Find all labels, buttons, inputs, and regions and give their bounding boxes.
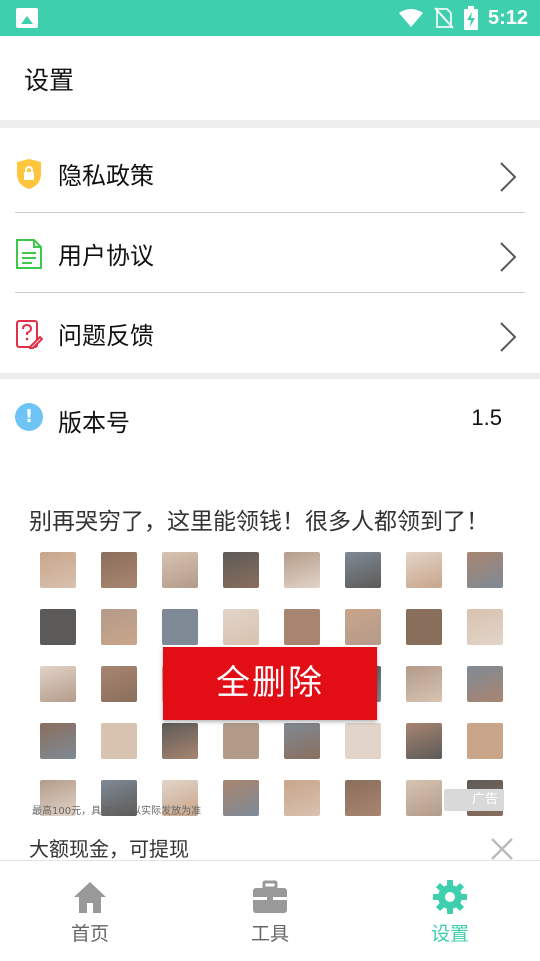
info-icon: ! — [15, 403, 43, 431]
chevron-right-icon — [500, 162, 517, 192]
ad-photo-thumbnail — [223, 780, 259, 816]
ad-photo-thumbnail — [223, 723, 259, 759]
ad-headline: 别再哭穷了，这里能领钱！很多人都领到了！ — [29, 509, 489, 535]
tab-label: 设置 — [430, 923, 469, 945]
clock: 5:12 — [487, 6, 528, 29]
ad-photo-thumbnail — [284, 552, 320, 588]
ad-photo-thumbnail — [406, 723, 442, 759]
ad-photo-thumbnail — [406, 780, 442, 816]
ad-photo-thumbnail — [406, 552, 442, 588]
ad-photo-thumbnail — [467, 723, 503, 759]
ad-photo-thumbnail — [467, 666, 503, 702]
toolbox-icon — [253, 880, 287, 913]
ad-photo-thumbnail — [223, 552, 259, 588]
chevron-right-icon — [500, 242, 517, 272]
ad-photo-thumbnail — [345, 780, 381, 816]
ad-photo-thumbnail — [162, 609, 198, 645]
menu-item-user-agreement[interactable]: 用户协议 — [0, 213, 540, 293]
home-icon — [74, 882, 106, 913]
ad-photo-thumbnail — [406, 666, 442, 702]
ad-photo-thumbnail — [40, 552, 76, 588]
bottom-tab-bar: 首页 工具 设置 — [0, 860, 540, 960]
ad-photo-thumbnail — [467, 552, 503, 588]
ad-photo-thumbnail — [162, 552, 198, 588]
ad-photo-thumbnail — [284, 780, 320, 816]
ad-photo-thumbnail — [223, 609, 259, 645]
ad-disclaimer: 最高100元，具体金额以实际发放为准 — [32, 806, 202, 817]
close-icon[interactable] — [488, 835, 516, 863]
header: 设置 — [0, 36, 540, 120]
version-value: 1.5 — [471, 405, 502, 430]
ad-photo-thumbnail — [284, 609, 320, 645]
ad-photo-thumbnail — [40, 609, 76, 645]
ad-photo-thumbnail — [101, 723, 137, 759]
wifi-icon — [398, 9, 423, 27]
tab-home[interactable]: 首页 — [30, 861, 150, 961]
ad-banner[interactable]: 别再哭穷了，这里能领钱！很多人都领到了！ 全删除 最高100元，具体金额以实际发… — [0, 490, 540, 862]
tab-label: 工具 — [250, 923, 289, 945]
ad-photo-thumbnail — [284, 723, 320, 759]
gallery-notification-icon — [16, 8, 38, 28]
chevron-right-icon — [500, 322, 517, 352]
ad-photo-thumbnail — [467, 609, 503, 645]
ad-badge: 广告 — [444, 789, 504, 811]
ad-photo-thumbnail — [345, 723, 381, 759]
ad-photo-thumbnail — [345, 552, 381, 588]
ad-photo-thumbnail — [345, 609, 381, 645]
version-row: ! 版本号 1.5 — [0, 379, 540, 459]
delete-all-button[interactable]: 全删除 — [163, 647, 377, 720]
battery-charging-icon — [463, 6, 478, 30]
page-title: 设置 — [24, 66, 75, 95]
ad-photo-thumbnail — [162, 723, 198, 759]
feedback-icon — [16, 320, 43, 349]
menu-item-label: 隐私政策 — [58, 162, 154, 190]
gear-icon — [433, 880, 467, 914]
ad-photo-thumbnail — [101, 609, 137, 645]
version-label: 版本号 — [58, 409, 130, 437]
tab-label: 首页 — [70, 923, 109, 945]
document-icon — [16, 239, 42, 269]
menu-item-label: 问题反馈 — [58, 322, 154, 350]
tab-tools[interactable]: 工具 — [210, 861, 330, 961]
status-bar: 5:12 — [0, 0, 540, 36]
status-icons: 5:12 — [398, 0, 528, 36]
no-sim-icon — [434, 7, 454, 29]
ad-photo-thumbnail — [40, 666, 76, 702]
section-separator — [0, 120, 540, 128]
ad-photo-thumbnail — [406, 609, 442, 645]
menu-item-feedback[interactable]: 问题反馈 — [0, 293, 540, 373]
settings-menu: 隐私政策 用户协议 问题反馈 — [0, 128, 540, 373]
ad-subline: 大额现金，可提现 — [29, 837, 189, 861]
ad-photo-thumbnail — [101, 666, 137, 702]
tab-settings[interactable]: 设置 — [390, 861, 510, 961]
menu-item-label: 用户协议 — [58, 242, 154, 270]
shield-lock-icon — [17, 159, 41, 189]
menu-item-privacy-policy[interactable]: 隐私政策 — [0, 133, 540, 213]
ad-photo-thumbnail — [101, 552, 137, 588]
ad-photo-thumbnail — [40, 723, 76, 759]
